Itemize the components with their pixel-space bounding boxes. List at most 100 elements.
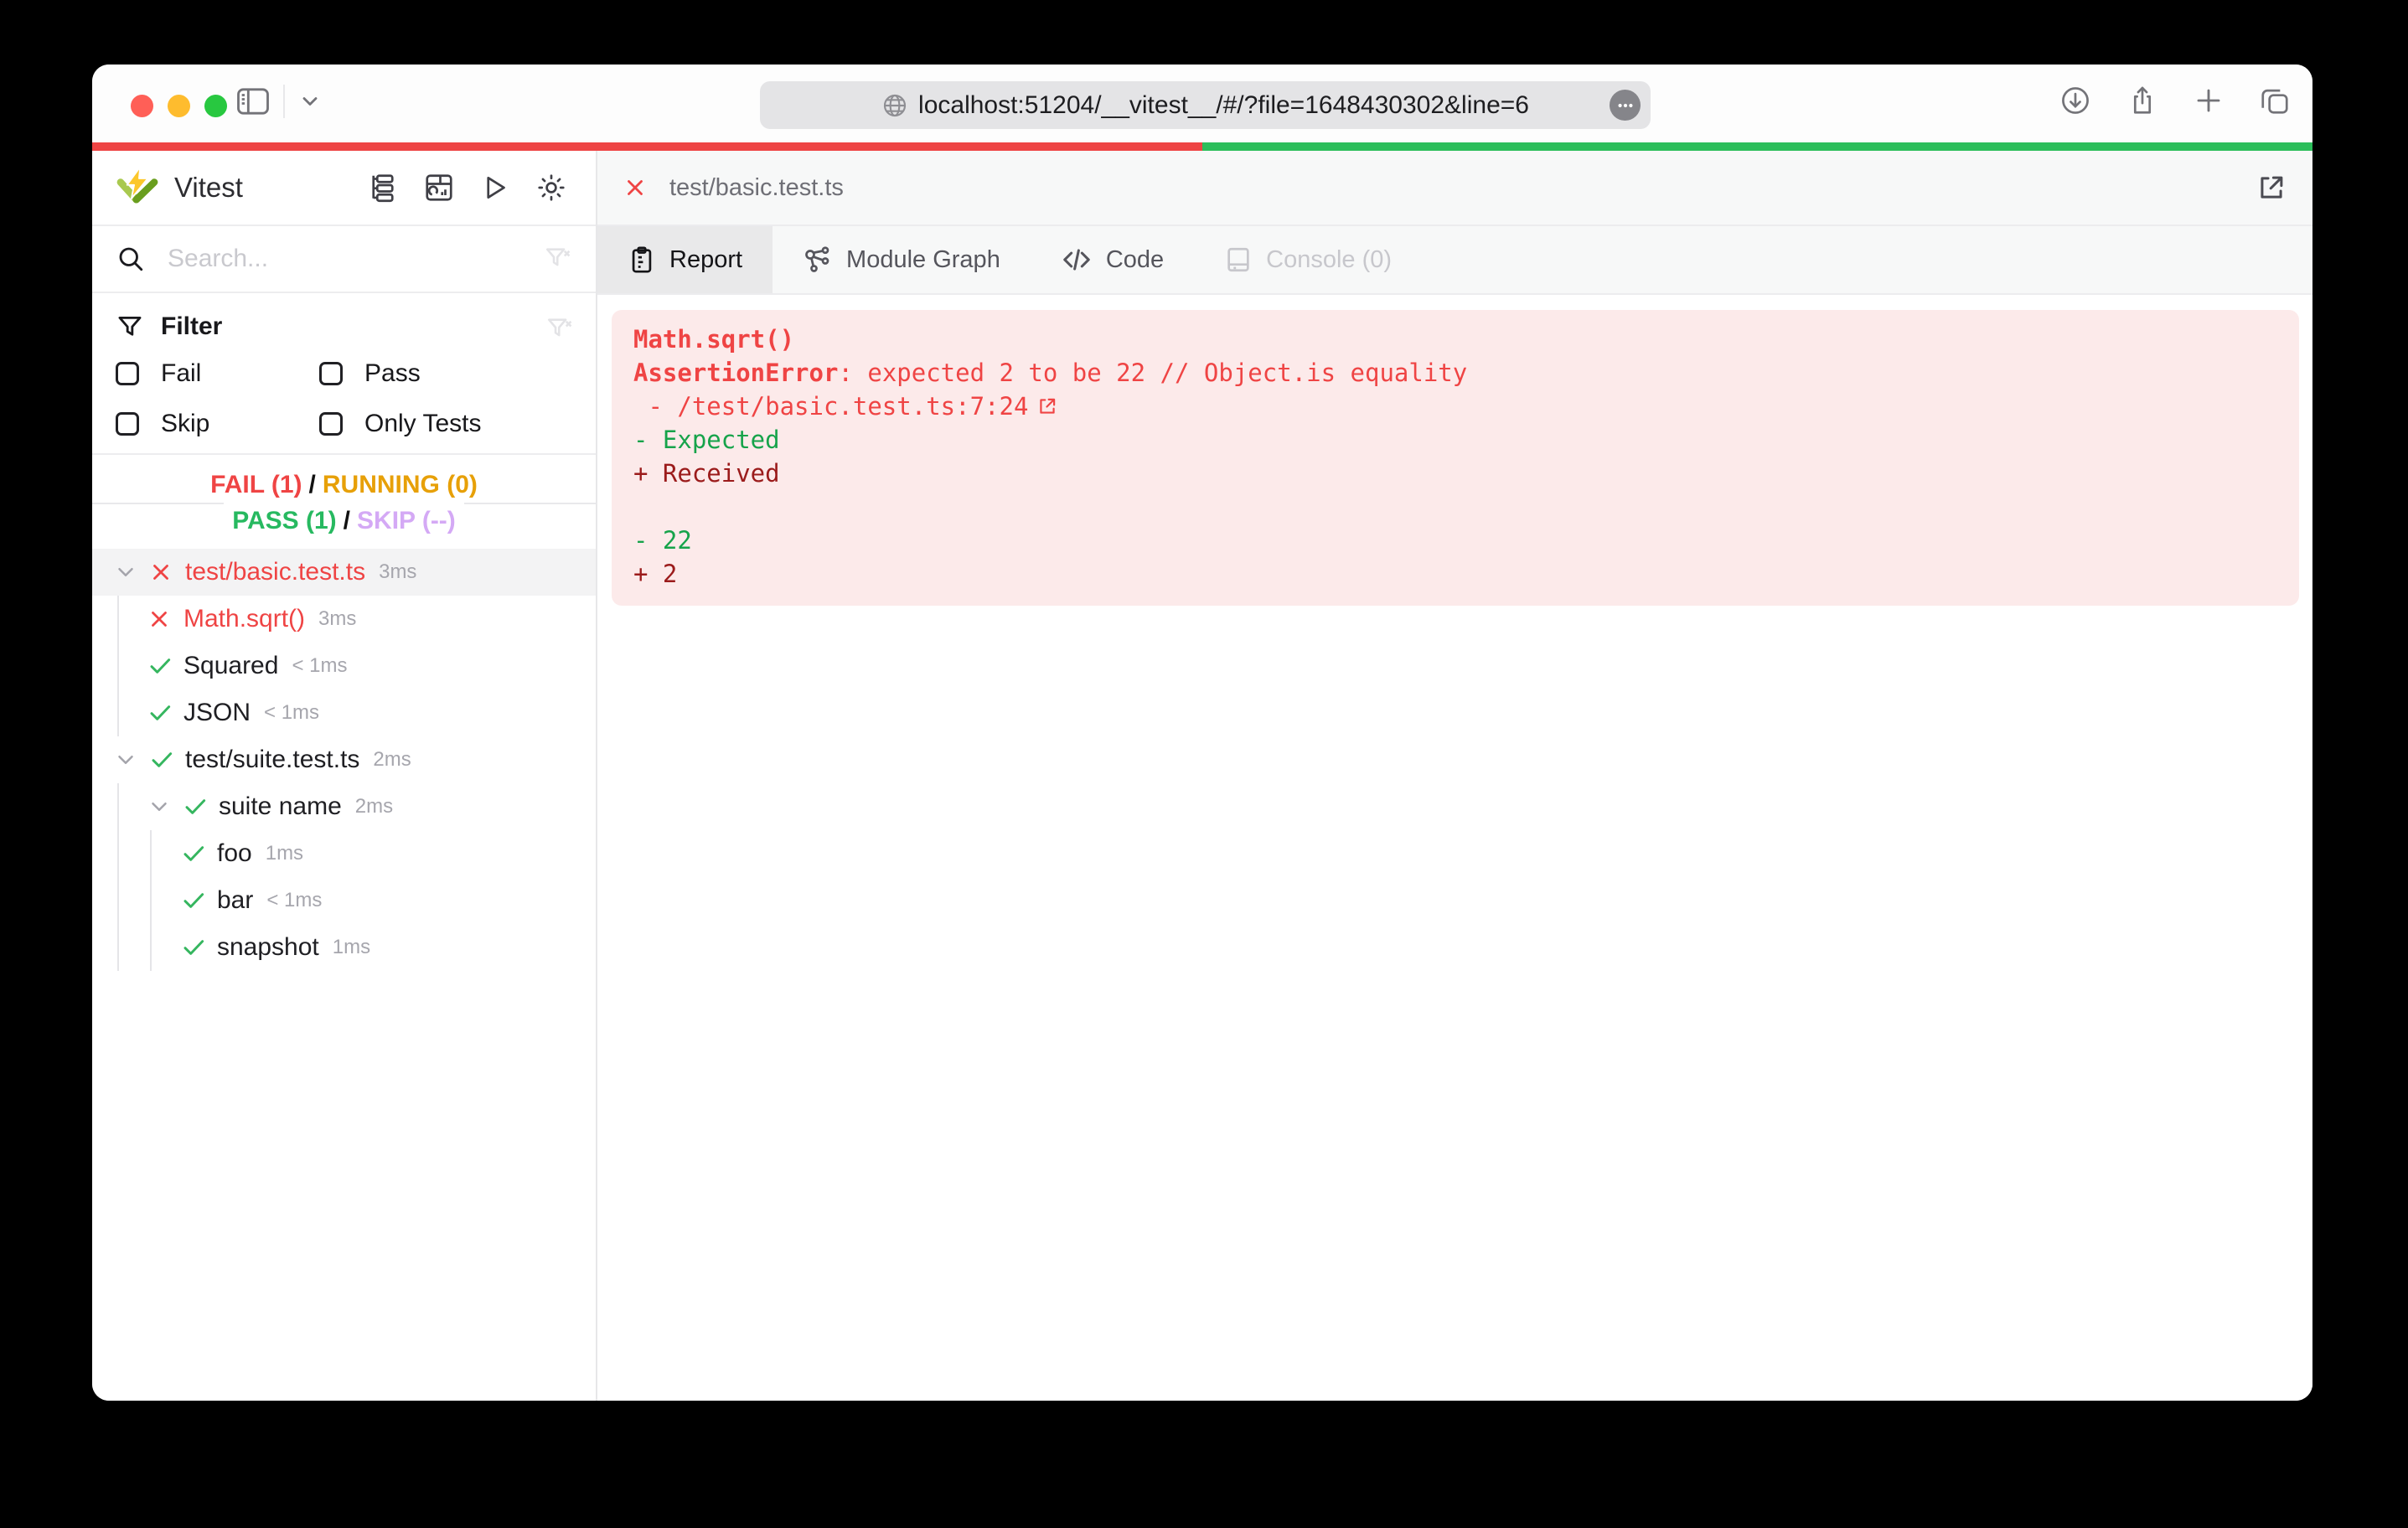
fail-icon <box>148 560 185 585</box>
test-duration: 2ms <box>373 748 411 771</box>
filter-option-skip[interactable]: Skip <box>116 407 319 441</box>
tree-view-toggle-icon[interactable] <box>362 167 404 209</box>
diff-line-expected: - 22 <box>633 526 692 555</box>
close-window-button[interactable] <box>131 95 153 117</box>
theme-toggle-sun-icon[interactable] <box>530 167 572 209</box>
tree-row[interactable]: suite name 2ms <box>92 783 596 830</box>
test-label: snapshot <box>217 933 319 961</box>
clear-filter-icon[interactable] <box>545 315 574 343</box>
tree-row[interactable]: test/suite.test.ts 2ms <box>92 736 596 783</box>
checkbox-fail[interactable] <box>116 362 139 385</box>
test-duration: < 1ms <box>264 701 320 724</box>
chevron-down-icon[interactable] <box>113 747 148 772</box>
main-panel: test/basic.test.ts Report Module Graph Cod… <box>597 151 2312 1401</box>
tree-row[interactable]: JSON < 1ms <box>92 689 596 736</box>
tree-row[interactable]: snapshot 1ms <box>92 924 596 971</box>
test-duration: < 1ms <box>266 889 323 911</box>
globe-icon <box>881 92 908 119</box>
test-label: Math.sqrt() <box>183 605 306 632</box>
pass-icon <box>180 887 217 914</box>
open-in-editor-icon[interactable] <box>1036 395 1058 417</box>
error-report: Math.sqrt() AssertionError: expected 2 t… <box>612 310 2299 606</box>
pass-icon <box>147 699 183 726</box>
diff-line-received: + Received <box>633 459 780 488</box>
test-label: foo <box>217 839 252 867</box>
downloads-icon[interactable] <box>2059 85 2091 116</box>
chevron-down-icon[interactable] <box>298 90 322 113</box>
test-summary: FAIL (1) / RUNNING (0) PASS (1) / SKIP (--) <box>92 455 596 549</box>
test-tree: test/basic.test.ts 3ms Math.sqrt() 3ms Squar… <box>92 549 596 1401</box>
sidebar-toggle-icon[interactable] <box>236 87 270 116</box>
search-icon <box>116 244 146 274</box>
share-icon[interactable] <box>2126 85 2158 116</box>
diff-block: - Expected + Received - 22 + 2 <box>633 423 2274 591</box>
summary-line-1: FAIL (1) / RUNNING (0) <box>92 467 596 503</box>
minimize-window-button[interactable] <box>168 95 190 117</box>
url-text: localhost:51204/__vitest__/#/?file=16484… <box>918 90 1529 119</box>
pass-icon <box>148 746 185 773</box>
browser-window: localhost:51204/__vitest__/#/?file=16484… <box>92 65 2312 1401</box>
search-bar <box>92 226 596 293</box>
test-label: bar <box>217 886 254 914</box>
tab-code[interactable]: Code <box>1031 226 1194 293</box>
filter-icon <box>116 312 144 341</box>
checkbox-pass[interactable] <box>319 362 343 385</box>
diff-line-blank <box>633 490 2274 524</box>
test-progress-bar <box>92 142 2312 151</box>
filter-option-fail[interactable]: Fail <box>116 357 319 390</box>
clear-search-filter-icon[interactable] <box>544 245 572 273</box>
pass-icon <box>180 934 217 961</box>
summary-line-2: PASS (1) / SKIP (--) <box>92 503 596 539</box>
tab-label: Report <box>669 245 743 273</box>
tree-row[interactable]: foo 1ms <box>92 830 596 877</box>
filter-section: Filter Fail Pass Skip Only Tests <box>92 293 596 455</box>
tab-overview-icon[interactable] <box>2259 85 2291 116</box>
tree-row[interactable]: Squared < 1ms <box>92 643 596 689</box>
fail-icon <box>147 607 183 632</box>
more-options-button[interactable] <box>1610 90 1641 121</box>
console-icon <box>1224 245 1253 274</box>
filter-title: Filter <box>161 312 223 340</box>
filter-option-only-tests[interactable]: Only Tests <box>319 407 572 441</box>
pass-icon <box>182 793 219 820</box>
test-duration: 3ms <box>379 560 417 583</box>
pass-icon <box>147 653 183 679</box>
browser-toolbar: localhost:51204/__vitest__/#/?file=16484… <box>92 65 2312 142</box>
test-label: test/basic.test.ts <box>185 558 366 586</box>
stack-frame[interactable]: - /test/basic.test.ts:7:24 <box>633 390 2274 423</box>
tree-row[interactable]: test/basic.test.ts 3ms <box>92 549 596 596</box>
dashboard-icon[interactable] <box>418 167 460 209</box>
tree-row[interactable]: Math.sqrt() 3ms <box>92 596 596 643</box>
pass-count: PASS (1) <box>232 507 337 534</box>
fail-icon <box>623 175 648 200</box>
zoom-window-button[interactable] <box>204 95 227 117</box>
progress-fail <box>92 142 1202 151</box>
tree-row[interactable]: bar < 1ms <box>92 877 596 924</box>
tab-label: Console (0) <box>1266 245 1393 273</box>
address-bar[interactable]: localhost:51204/__vitest__/#/?file=16484… <box>760 81 1651 129</box>
sidebar-header: Vitest <box>92 151 596 226</box>
test-duration: 1ms <box>265 842 304 865</box>
test-duration: 1ms <box>332 936 371 958</box>
checkbox-only-tests[interactable] <box>319 412 343 436</box>
filter-option-pass[interactable]: Pass <box>319 357 572 390</box>
running-count: RUNNING (0) <box>322 471 478 498</box>
open-in-editor-icon[interactable] <box>2256 172 2287 204</box>
checkbox-skip[interactable] <box>116 412 139 436</box>
tab-label: Code <box>1105 245 1165 273</box>
run-all-icon[interactable] <box>474 167 516 209</box>
code-icon <box>1061 244 1093 276</box>
fail-count: FAIL (1) <box>210 471 302 498</box>
chevron-down-icon[interactable] <box>147 794 182 819</box>
new-tab-icon[interactable] <box>2194 85 2224 116</box>
chevron-down-icon[interactable] <box>113 560 148 585</box>
tab-module-graph[interactable]: Module Graph <box>773 226 1031 293</box>
test-duration: < 1ms <box>292 654 348 677</box>
test-label: test/suite.test.ts <box>185 746 360 773</box>
tab-report[interactable]: Report <box>597 226 773 293</box>
tab-console-0[interactable]: Console (0) <box>1194 226 1422 293</box>
search-input[interactable] <box>168 245 544 273</box>
divider <box>283 85 285 118</box>
view-tabs: Report Module Graph Code Console (0) <box>597 226 2312 295</box>
file-header: test/basic.test.ts <box>597 151 2312 226</box>
